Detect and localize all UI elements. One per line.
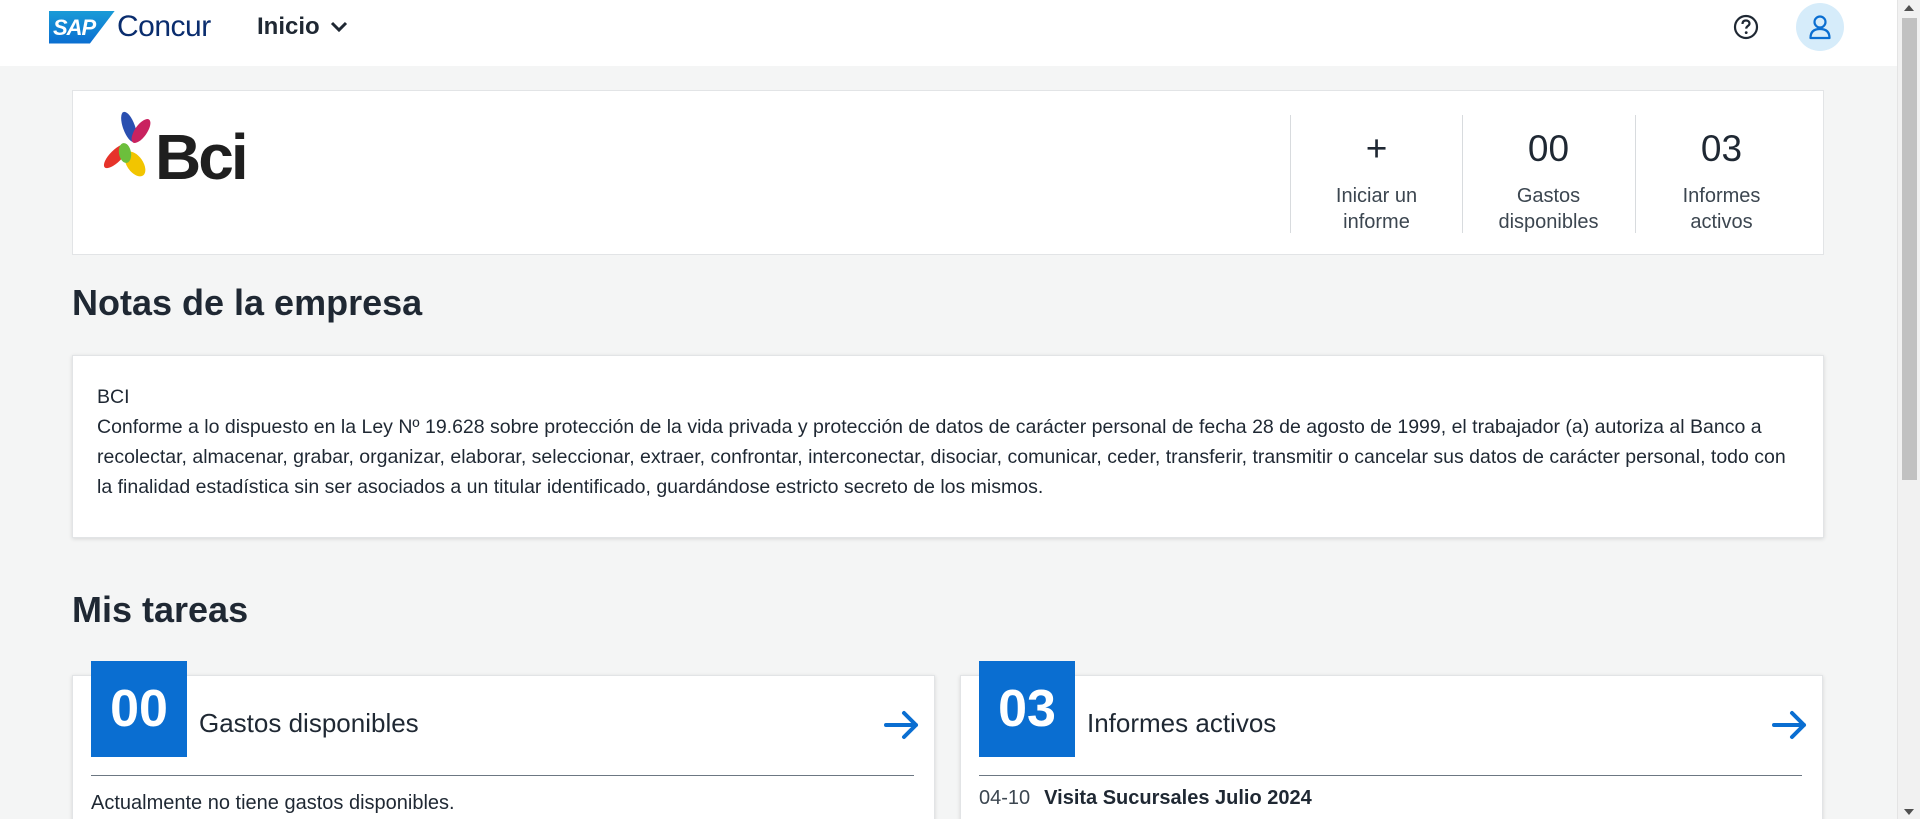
nav-inicio-label: Inicio bbox=[257, 13, 320, 40]
stat-label-line: informe bbox=[1343, 211, 1410, 233]
available-expenses-badge: 00 bbox=[91, 661, 187, 757]
report-date: 04-10 bbox=[979, 787, 1031, 809]
notes-body-text: Conforme a lo dispuesto en la Ley Nº 19.… bbox=[97, 416, 1786, 498]
my-tasks-heading: Mis tareas bbox=[72, 589, 249, 630]
help-icon bbox=[1733, 14, 1759, 40]
user-profile-button[interactable] bbox=[1796, 3, 1844, 51]
scroll-up-icon[interactable] bbox=[1904, 5, 1914, 11]
available-expenses-task-card: 00 Gastos disponibles Actualmente no tie… bbox=[72, 661, 935, 819]
bci-logo: Bci bbox=[103, 111, 249, 189]
stat-label-line: Informes bbox=[1682, 185, 1761, 207]
available-expenses-stat[interactable]: 00 Gastos disponibles bbox=[1462, 115, 1634, 233]
plus-icon: + bbox=[1365, 128, 1388, 169]
chevron-down-icon bbox=[330, 21, 347, 33]
stat-label-line: Gastos bbox=[1516, 185, 1581, 207]
company-notes-card: BCI Conforme a lo dispuesto en la Ley Nº… bbox=[72, 355, 1824, 538]
start-report-action[interactable]: + Iniciar un informe bbox=[1290, 115, 1462, 233]
sap-logo-mark: SAP bbox=[49, 10, 115, 44]
bci-wordmark: Bci bbox=[155, 121, 246, 189]
concur-wordmark: Concur bbox=[117, 10, 211, 43]
divider bbox=[979, 775, 1802, 776]
divider bbox=[91, 775, 914, 776]
report-name: Visita Sucursales Julio 2024 bbox=[1044, 787, 1312, 809]
arrow-right-icon[interactable] bbox=[884, 710, 920, 740]
active-reports-stat[interactable]: 03 Informes activos bbox=[1635, 115, 1807, 233]
start-report-label: Iniciar un informe bbox=[1291, 183, 1462, 235]
available-expenses-title[interactable]: Gastos disponibles bbox=[199, 708, 419, 739]
report-list-item[interactable]: 04-10 Visita Sucursales Julio 2024 bbox=[979, 787, 1312, 810]
arrow-right-icon[interactable] bbox=[1772, 710, 1808, 740]
active-reports-badge: 03 bbox=[979, 661, 1075, 757]
help-button[interactable] bbox=[1731, 12, 1761, 42]
user-icon bbox=[1809, 15, 1831, 40]
available-expenses-count: 00 bbox=[1527, 128, 1570, 169]
active-reports-title[interactable]: Informes activos bbox=[1087, 708, 1276, 739]
sap-concur-logo[interactable]: SAP Concur bbox=[49, 10, 211, 44]
stat-label-line: activos bbox=[1690, 211, 1753, 233]
company-header-card: Bci + Iniciar un informe 00 Gastos dispo… bbox=[72, 90, 1824, 255]
top-navigation-bar: SAP Concur Inicio bbox=[0, 0, 1897, 66]
stat-label-line: disponibles bbox=[1498, 211, 1599, 233]
nav-inicio-menu[interactable]: Inicio bbox=[257, 11, 348, 43]
notes-company-name: BCI bbox=[97, 386, 130, 408]
active-reports-label: Informes activos bbox=[1636, 183, 1807, 235]
scroll-down-icon[interactable] bbox=[1904, 809, 1914, 815]
available-expenses-label: Gastos disponibles bbox=[1463, 183, 1634, 235]
active-reports-count: 03 bbox=[1700, 128, 1743, 169]
scrollbar-thumb[interactable] bbox=[1902, 18, 1917, 480]
stat-label-line: Iniciar un bbox=[1335, 185, 1418, 207]
company-notes-heading: Notas de la empresa bbox=[72, 282, 423, 323]
active-reports-task-card: 03 Informes activos 04-10 Visita Sucursa… bbox=[960, 661, 1823, 819]
empty-expenses-message: Actualmente no tiene gastos disponibles. bbox=[91, 792, 455, 814]
page-scrollbar[interactable] bbox=[1897, 0, 1920, 819]
